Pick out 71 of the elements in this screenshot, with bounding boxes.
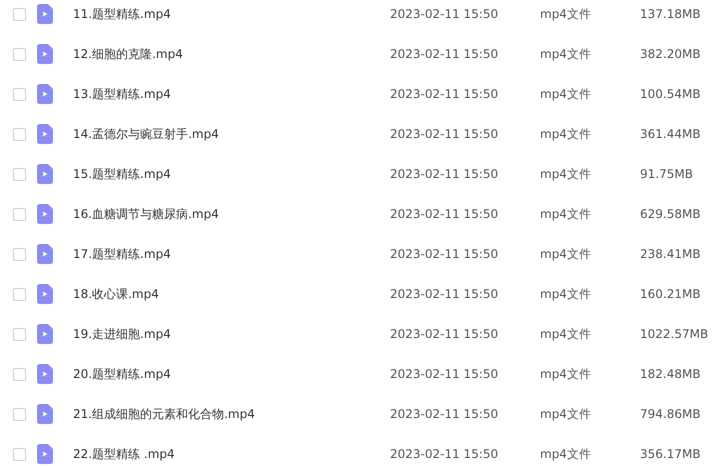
file-size: 629.58MB (640, 206, 701, 223)
file-name[interactable]: 20.题型精练.mp4 (73, 365, 390, 383)
video-file-icon (37, 164, 53, 184)
checkbox[interactable] (12, 408, 26, 420)
checkbox[interactable] (12, 128, 26, 140)
video-file-icon (37, 284, 53, 304)
checkbox[interactable] (12, 248, 26, 260)
file-name[interactable]: 12.细胞的克隆.mp4 (73, 45, 390, 63)
file-type: mp4文件 (540, 366, 592, 383)
modified-date: 2023-02-11 15:50 (390, 46, 500, 63)
checkbox[interactable] (12, 168, 26, 180)
file-type: mp4文件 (540, 6, 592, 23)
video-file-icon (37, 364, 53, 384)
file-size: 100.54MB (640, 86, 701, 103)
file-name[interactable]: 18.收心课.mp4 (73, 285, 390, 303)
file-name[interactable]: 15.题型精练.mp4 (73, 165, 390, 183)
video-file-icon (37, 84, 53, 104)
checkbox[interactable] (12, 288, 26, 300)
file-type: mp4文件 (540, 406, 592, 423)
file-name[interactable]: 19.走进细胞.mp4 (73, 325, 390, 343)
video-file-icon (37, 124, 53, 144)
modified-date: 2023-02-11 15:50 (390, 246, 500, 263)
video-file-icon (37, 244, 53, 264)
file-type: mp4文件 (540, 246, 592, 263)
file-type: mp4文件 (540, 86, 592, 103)
file-name[interactable]: 17.题型精练.mp4 (73, 245, 390, 263)
file-size: 1022.57MB (640, 326, 708, 343)
checkbox[interactable] (12, 208, 26, 220)
video-file-icon (37, 404, 53, 424)
modified-date: 2023-02-11 15:50 (390, 446, 500, 463)
file-name[interactable]: 11.题型精练.mp4 (73, 5, 390, 23)
checkbox[interactable] (12, 328, 26, 340)
checkbox[interactable] (12, 448, 26, 460)
file-size: 382.20MB (640, 46, 701, 63)
modified-date: 2023-02-11 15:50 (390, 126, 500, 143)
modified-date: 2023-02-11 15:50 (390, 366, 500, 383)
file-size: 182.48MB (640, 366, 701, 383)
video-file-icon (37, 44, 53, 64)
modified-date: 2023-02-11 15:50 (390, 286, 500, 303)
checkbox[interactable] (12, 48, 26, 60)
file-name[interactable]: 16.血糖调节与糖尿病.mp4 (73, 205, 390, 223)
file-type: mp4文件 (540, 206, 592, 223)
modified-date: 2023-02-11 15:50 (390, 406, 500, 423)
checkbox[interactable] (12, 8, 26, 20)
file-type: mp4文件 (540, 126, 592, 143)
modified-date: 2023-02-11 15:50 (390, 86, 500, 103)
file-size: 794.86MB (640, 406, 701, 423)
file-size: 356.17MB (640, 446, 701, 463)
file-size: 137.18MB (640, 6, 701, 23)
checkbox[interactable] (12, 88, 26, 100)
modified-date: 2023-02-11 15:50 (390, 206, 500, 223)
file-name[interactable]: 22.题型精练 .mp4 (73, 445, 390, 463)
video-file-icon (37, 324, 53, 344)
file-size: 91.75MB (640, 166, 693, 183)
file-name[interactable]: 14.孟德尔与豌豆射手.mp4 (73, 125, 390, 143)
modified-date: 2023-02-11 15:50 (390, 166, 500, 183)
file-type: mp4文件 (540, 46, 592, 63)
file-size: 160.21MB (640, 286, 701, 303)
video-file-icon (37, 204, 53, 224)
file-type: mp4文件 (540, 326, 592, 343)
file-name[interactable]: 13.题型精练.mp4 (73, 85, 390, 103)
checkbox[interactable] (12, 368, 26, 380)
modified-date: 2023-02-11 15:50 (390, 6, 500, 23)
video-file-icon (37, 4, 53, 24)
file-size: 238.41MB (640, 246, 701, 263)
modified-date: 2023-02-11 15:50 (390, 326, 500, 343)
file-name[interactable]: 21.组成细胞的元素和化合物.mp4 (73, 405, 390, 423)
file-type: mp4文件 (540, 166, 592, 183)
file-type: mp4文件 (540, 286, 592, 303)
file-type: mp4文件 (540, 446, 592, 463)
file-size: 361.44MB (640, 126, 701, 143)
